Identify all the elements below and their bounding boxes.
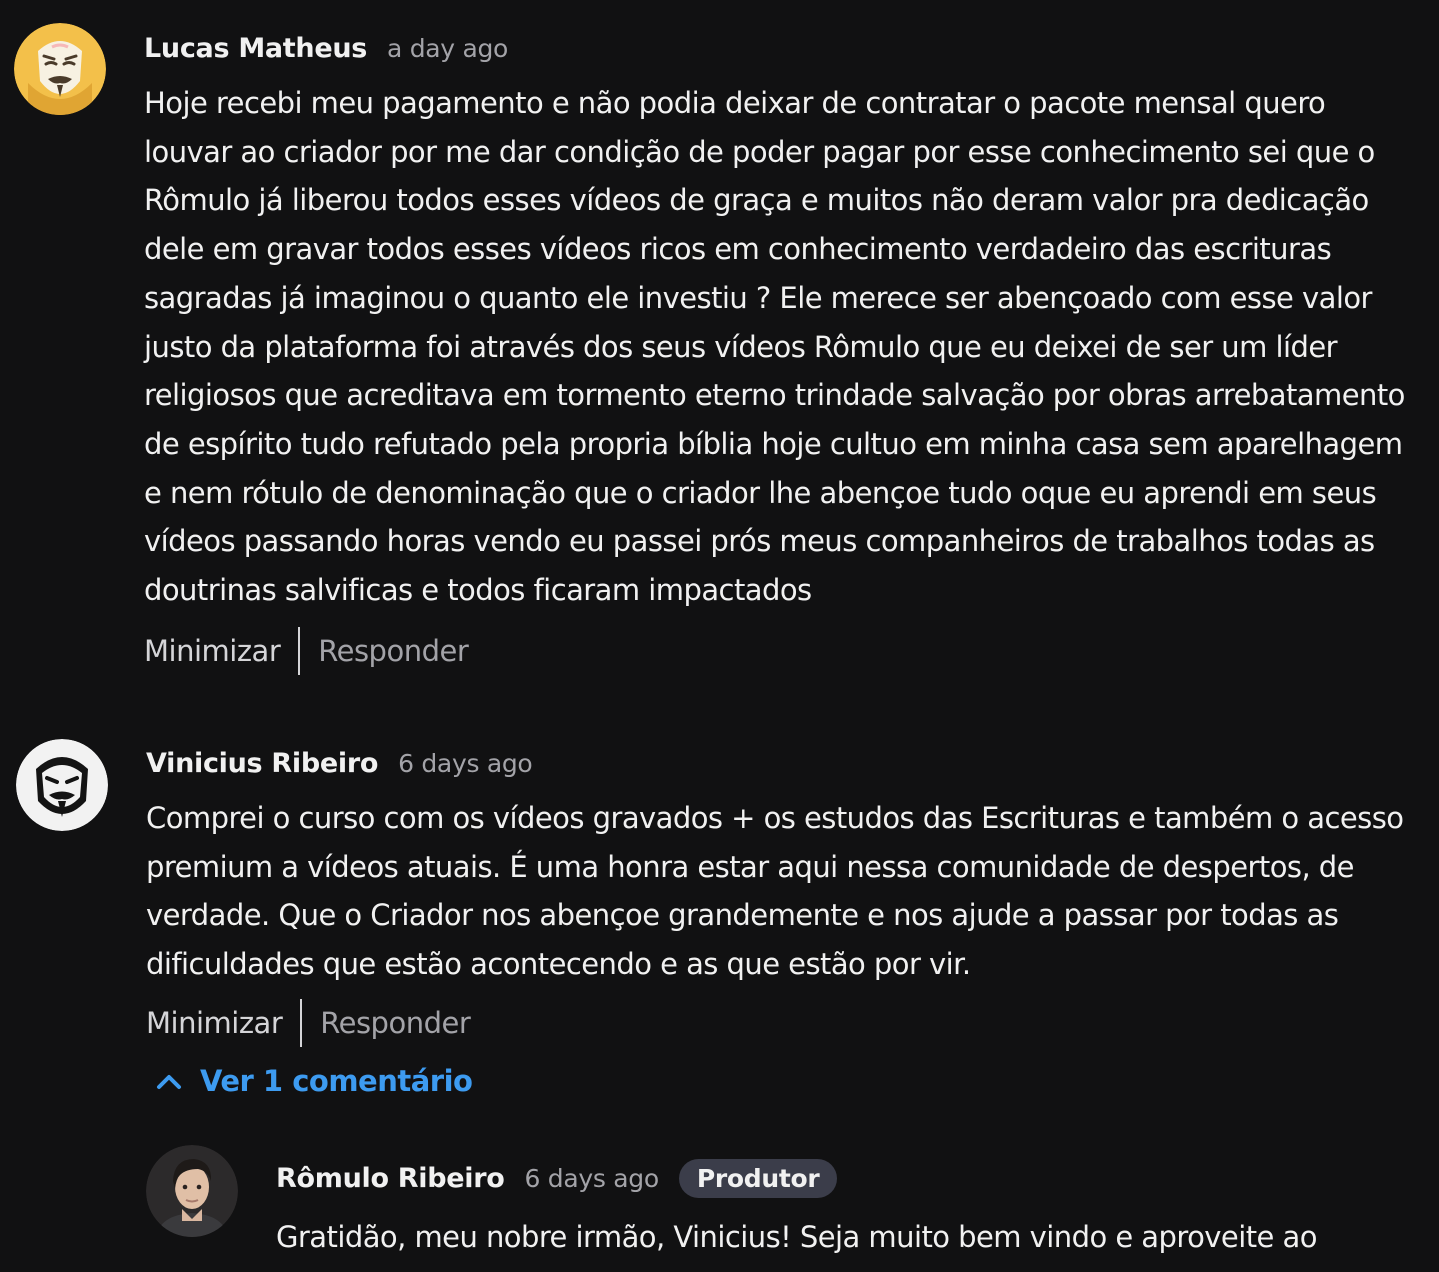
producer-badge: Produtor: [678, 1158, 838, 1198]
comment-text: Hoje recebi meu pagamento e não podia de…: [144, 86, 1405, 608]
reply-text: Gratidão, meu nobre irmão, Vinicius! Sej…: [276, 1220, 1317, 1254]
view-replies-label: Ver 1 comentário: [200, 1064, 473, 1098]
minimize-button[interactable]: Minimizar: [144, 634, 281, 668]
comment-timestamp: 6 days ago: [398, 748, 533, 778]
minimize-button[interactable]: Minimizar: [146, 1006, 283, 1040]
comment-meta: Lucas Matheus a day ago: [144, 31, 1424, 65]
anonymous-mask-bw-icon: [16, 739, 108, 831]
reply-content: Rômulo Ribeiro 6 days ago Produtor Grati…: [276, 1158, 1436, 1262]
comment-content: Lucas Matheus a day ago Hoje recebi meu …: [144, 31, 1424, 675]
reply-button[interactable]: Responder: [320, 1006, 471, 1040]
avatar[interactable]: [146, 1145, 238, 1237]
anonymous-mask-yellow-icon: [14, 23, 106, 115]
reply-author[interactable]: Rômulo Ribeiro: [276, 1163, 505, 1194]
reply-meta: Rômulo Ribeiro 6 days ago Produtor: [276, 1158, 1436, 1198]
comment-actions: Minimizar Responder: [144, 626, 1424, 675]
comment-timestamp: a day ago: [387, 33, 509, 63]
reply-timestamp: 6 days ago: [524, 1163, 660, 1193]
action-divider: [298, 626, 301, 675]
reply-button[interactable]: Responder: [318, 634, 469, 668]
action-divider: [300, 998, 303, 1047]
avatar[interactable]: [14, 23, 106, 115]
comment-author[interactable]: Vinicius Ribeiro: [146, 748, 378, 779]
comment-author[interactable]: Lucas Matheus: [144, 33, 367, 64]
comment-text: Comprei o curso com os vídeos gravados +…: [146, 801, 1404, 982]
comment-meta: Vinicius Ribeiro 6 days ago: [146, 746, 1426, 780]
chevron-up-icon: [157, 1075, 181, 1089]
avatar[interactable]: [16, 739, 108, 831]
comment-actions: Minimizar Responder: [146, 998, 1426, 1047]
profile-photo-icon: [146, 1145, 238, 1237]
comment-content: Vinicius Ribeiro 6 days ago Comprei o cu…: [146, 746, 1426, 1047]
view-replies-button[interactable]: Ver 1 comentário: [156, 1064, 473, 1098]
